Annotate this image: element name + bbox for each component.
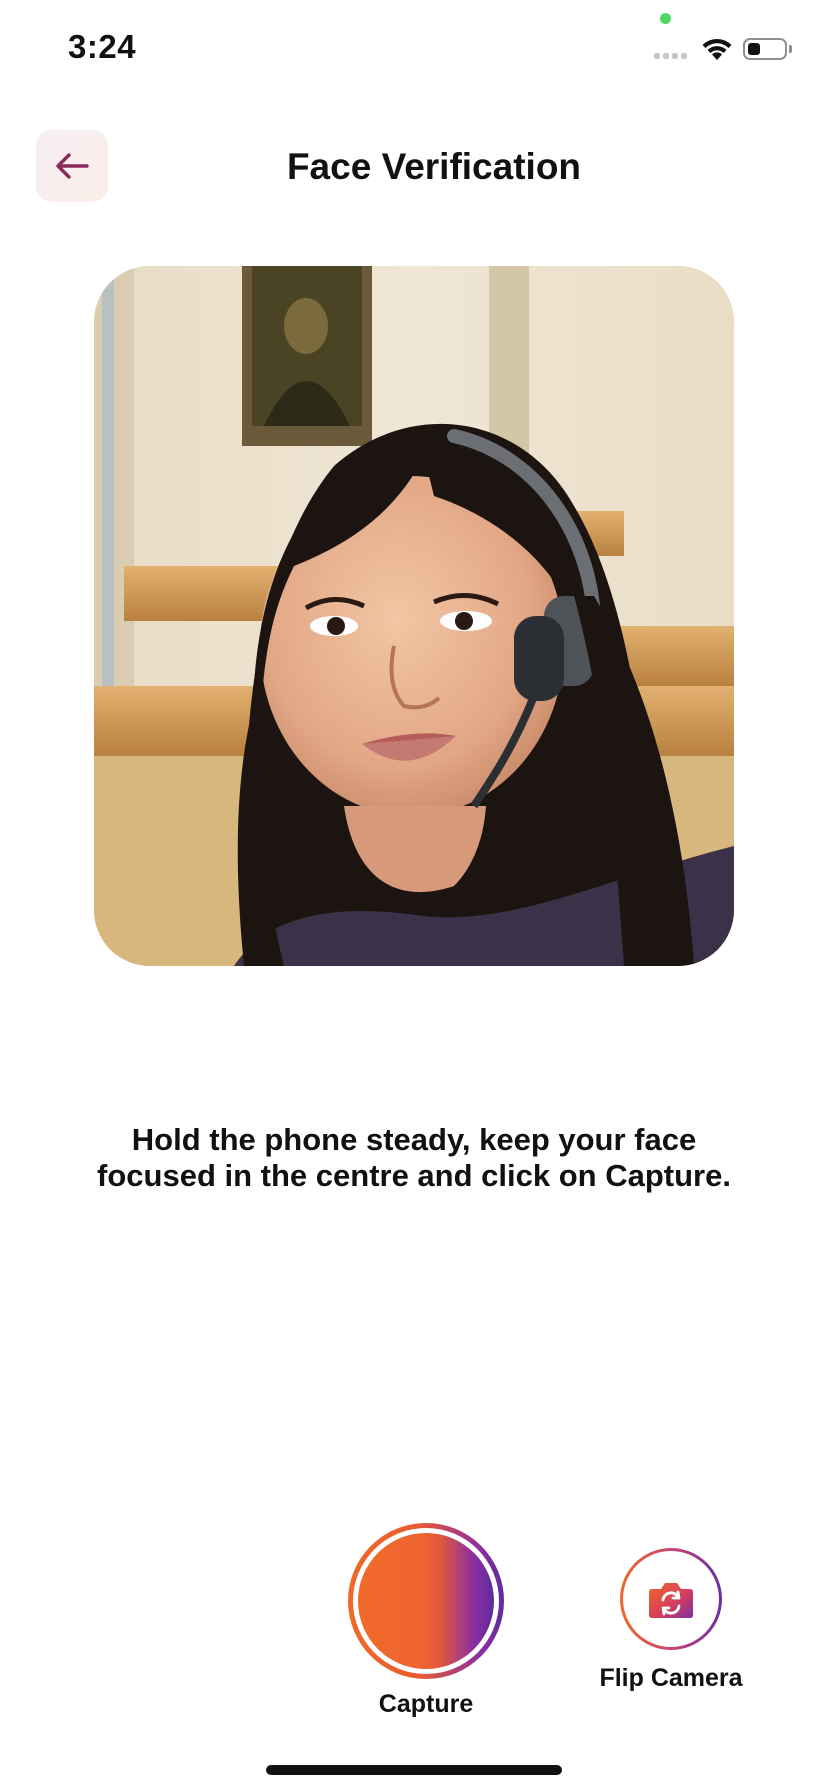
capture-core xyxy=(358,1533,494,1669)
privacy-indicator-icon xyxy=(660,13,671,24)
wifi-icon xyxy=(702,38,732,60)
signal-icon xyxy=(654,53,687,59)
flip-camera-label: Flip Camera xyxy=(599,1664,743,1692)
camera-preview xyxy=(94,266,734,966)
status-time: 3:24 xyxy=(68,28,137,65)
camera-feed-image xyxy=(94,266,734,966)
battery-icon xyxy=(743,38,787,60)
face-verification-screen: 3:24 Face Verification Hold the phone st… xyxy=(0,0,828,1792)
capture-button[interactable] xyxy=(348,1523,504,1679)
battery-tip xyxy=(789,45,792,53)
home-indicator[interactable] xyxy=(266,1765,562,1775)
flip-camera-icon xyxy=(649,1583,693,1618)
capture-label: Capture xyxy=(378,1690,474,1718)
capture-ring xyxy=(353,1528,499,1674)
page-title: Face Verification xyxy=(286,146,582,187)
flip-camera-button[interactable] xyxy=(620,1548,722,1650)
instruction-text: Hold the phone steady, keep your face fo… xyxy=(97,1122,731,1193)
